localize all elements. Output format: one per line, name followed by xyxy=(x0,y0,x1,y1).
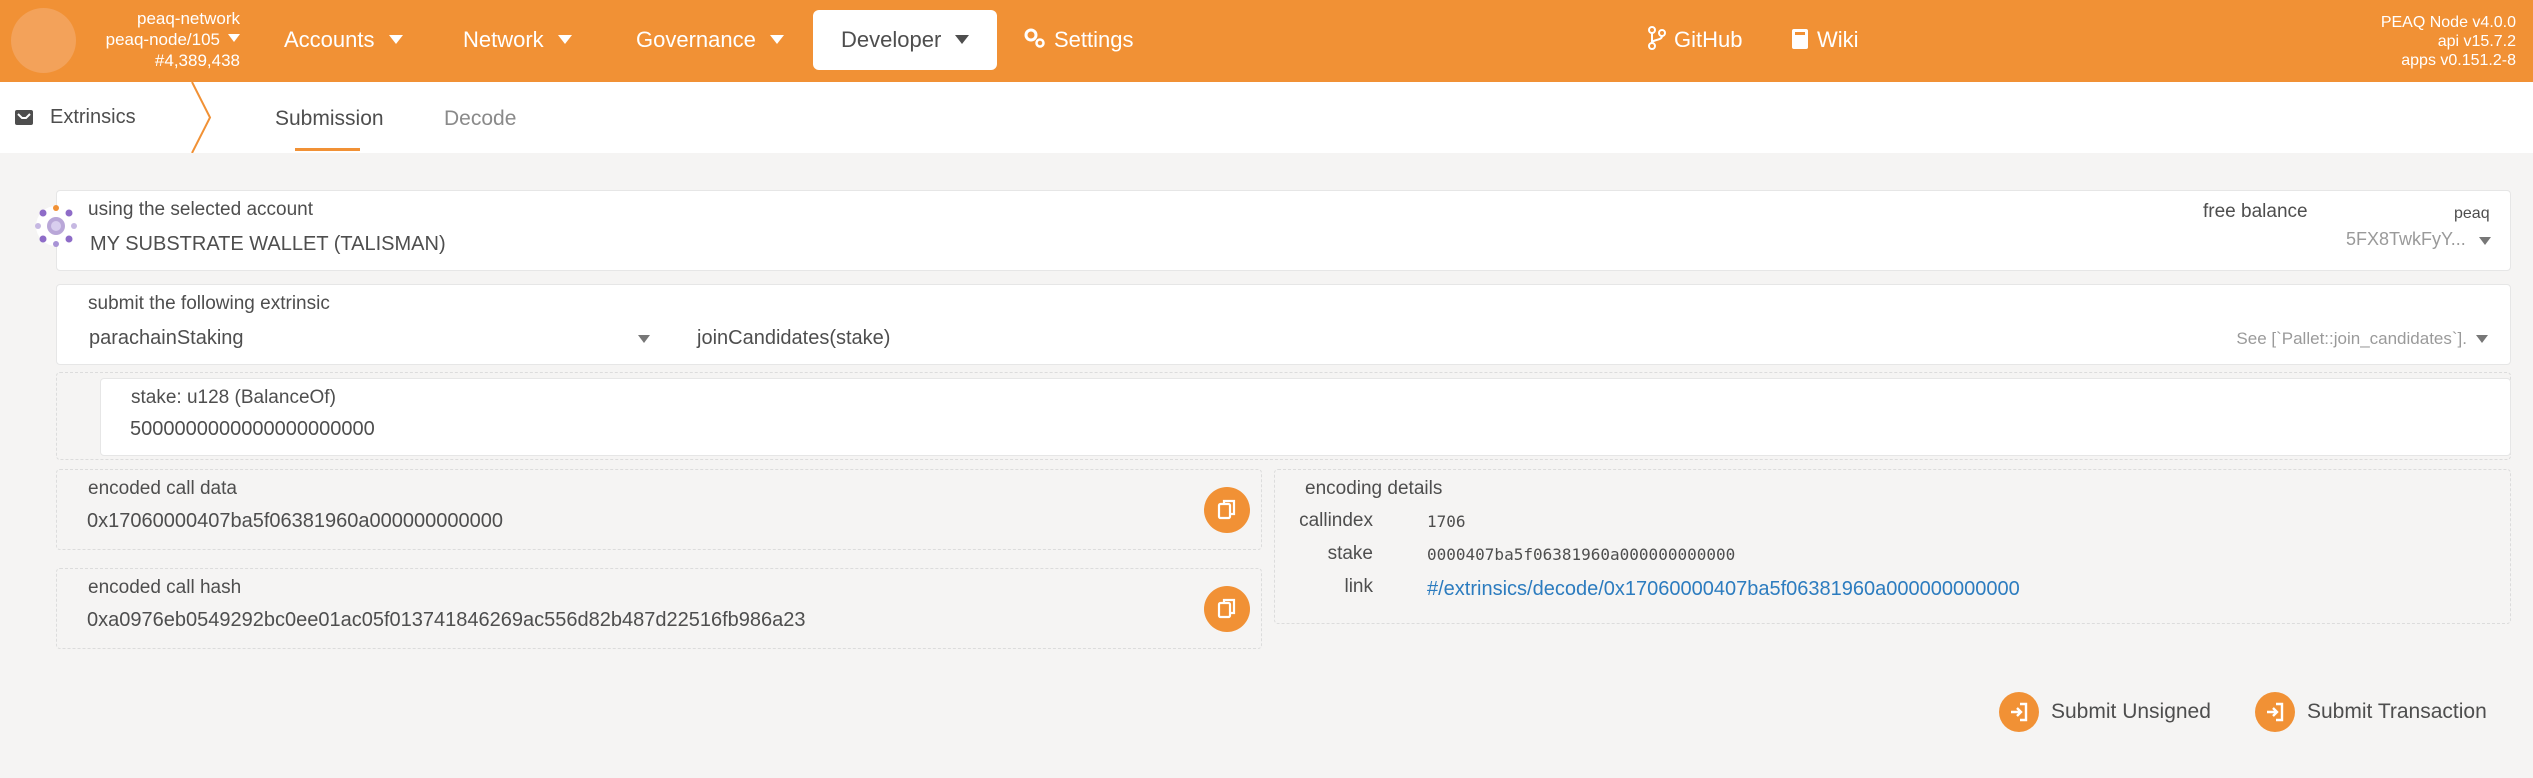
nav-network-label: Network xyxy=(463,27,544,52)
gear-icon xyxy=(1022,13,1046,73)
apps-version: apps v0.151.2-8 xyxy=(2401,52,2516,69)
account-address: 5FX8TwkFyY... xyxy=(2346,229,2466,249)
method-doc: See [`Pallet::join_candidates`]. xyxy=(2236,329,2467,348)
chevron-down-icon xyxy=(769,35,784,44)
stake-detail-value: 0000407ba5f06381960a000000000000 xyxy=(1427,545,1736,564)
node-name: peaq-node/105 xyxy=(105,30,220,49)
block-number: #4,389,438 xyxy=(154,51,240,70)
extrinsic-label: submit the following extrinsic xyxy=(88,293,330,314)
submit-unsigned-button[interactable]: Submit Unsigned xyxy=(1999,690,2211,734)
stake-param-field[interactable]: stake: u128 (BalanceOf) 5000000000000000… xyxy=(100,378,2511,456)
method-value: joinCandidates(stake) xyxy=(697,327,891,349)
stake-param-input[interactable]: 5000000000000000000000 xyxy=(130,418,375,441)
submit-transaction-button[interactable]: Submit Transaction xyxy=(2255,690,2487,734)
nav-accounts[interactable]: Accounts xyxy=(284,10,403,70)
chevron-down-icon xyxy=(557,35,572,44)
nav-github[interactable]: GitHub xyxy=(1648,10,1742,70)
chevron-down-icon xyxy=(228,34,240,42)
submit-transaction-label: Submit Transaction xyxy=(2307,700,2487,723)
book-icon xyxy=(1791,13,1809,73)
encoding-details-panel: encoding details callindex 1706 stake 00… xyxy=(1274,469,2511,624)
tab-submission[interactable]: Submission xyxy=(275,82,384,153)
account-selector[interactable]: using the selected account MY SUBSTRATE … xyxy=(56,190,2511,271)
chain-name: peaq-network xyxy=(136,9,240,28)
pallet-value: parachainStaking xyxy=(89,327,244,349)
encoded-call-data-label: encoded call data xyxy=(88,478,237,499)
inbox-icon xyxy=(15,110,33,125)
stake-detail-label: stake xyxy=(1327,543,1373,564)
chain-logo[interactable] xyxy=(11,8,76,73)
balance-token: peaq xyxy=(2454,205,2490,222)
nav-accounts-label: Accounts xyxy=(284,27,375,52)
chevron-down-icon xyxy=(2479,237,2491,245)
nav-developer[interactable]: Developer xyxy=(813,10,998,70)
account-identicon xyxy=(34,204,78,248)
chevron-down-icon xyxy=(955,35,970,44)
breadcrumb-divider xyxy=(191,82,212,153)
nav-developer-label: Developer xyxy=(841,27,942,52)
extrinsic-selector: submit the following extrinsic parachain… xyxy=(56,284,2511,365)
chevron-down-icon xyxy=(2476,335,2488,343)
section-extrinsics: Extrinsics xyxy=(14,82,136,153)
callindex-value: 1706 xyxy=(1427,512,1466,531)
copy-icon xyxy=(1217,598,1236,619)
encoding-details-title: encoding details xyxy=(1305,478,1443,499)
encoded-call-hash-panel: encoded call hash 0xa0976eb0549292bc0ee0… xyxy=(56,568,1262,649)
nav-wiki[interactable]: Wiki xyxy=(1791,10,1859,70)
account-label: using the selected account xyxy=(88,199,313,220)
chevron-down-icon xyxy=(388,35,403,44)
encoded-call-hash-value: 0xa0976eb0549292bc0ee01ac05f013741846269… xyxy=(87,609,806,631)
chain-selector[interactable]: peaq-network peaq-node/105 #4,389,438 xyxy=(90,8,240,71)
copy-call-data-button[interactable] xyxy=(1204,487,1250,533)
nav-settings[interactable]: Settings xyxy=(1022,10,1134,70)
nav-wiki-label: Wiki xyxy=(1817,27,1859,52)
tab-decode[interactable]: Decode xyxy=(444,82,516,153)
api-version: api v15.7.2 xyxy=(2437,33,2516,50)
method-select[interactable]: joinCandidates(stake) See [`Pallet::join… xyxy=(697,315,2507,365)
node-version: PEAQ Node v4.0.0 xyxy=(2380,14,2516,31)
callindex-label: callindex xyxy=(1299,510,1373,531)
top-navigation-bar: peaq-network peaq-node/105 #4,389,438 Ac… xyxy=(0,0,2533,82)
free-balance-label: free balance xyxy=(2203,201,2308,222)
section-title: Extrinsics xyxy=(50,106,136,128)
copy-icon xyxy=(1217,499,1236,520)
stake-param-label: stake: u128 (BalanceOf) xyxy=(131,387,336,408)
version-info: PEAQ Node v4.0.0 api v15.7.2 apps v0.151… xyxy=(2381,13,2516,70)
sign-in-icon xyxy=(2255,692,2295,732)
copy-call-hash-button[interactable] xyxy=(1204,586,1250,632)
submit-unsigned-label: Submit Unsigned xyxy=(2051,700,2211,723)
sign-in-icon xyxy=(1999,692,2039,732)
chevron-down-icon xyxy=(638,335,650,343)
pallet-select[interactable]: parachainStaking xyxy=(57,315,667,365)
encoded-call-data-panel: encoded call data 0x17060000407ba5f06381… xyxy=(56,469,1262,550)
tabs-bar: Extrinsics Submission Decode xyxy=(0,82,2533,153)
account-name: MY SUBSTRATE WALLET (TALISMAN) xyxy=(90,233,446,255)
nav-governance-label: Governance xyxy=(636,27,756,52)
encoded-call-hash-label: encoded call hash xyxy=(88,577,242,598)
active-tab-indicator xyxy=(295,148,360,151)
nav-github-label: GitHub xyxy=(1674,27,1743,52)
link-label: link xyxy=(1344,576,1373,597)
code-branch-icon xyxy=(1648,13,1666,73)
nav-network[interactable]: Network xyxy=(463,10,572,70)
encoded-call-data-value: 0x17060000407ba5f06381960a000000000000 xyxy=(87,510,503,532)
nav-settings-label: Settings xyxy=(1054,27,1134,52)
decode-link[interactable]: #/extrinsics/decode/0x17060000407ba5f063… xyxy=(1427,578,2020,601)
nav-governance[interactable]: Governance xyxy=(636,10,784,70)
